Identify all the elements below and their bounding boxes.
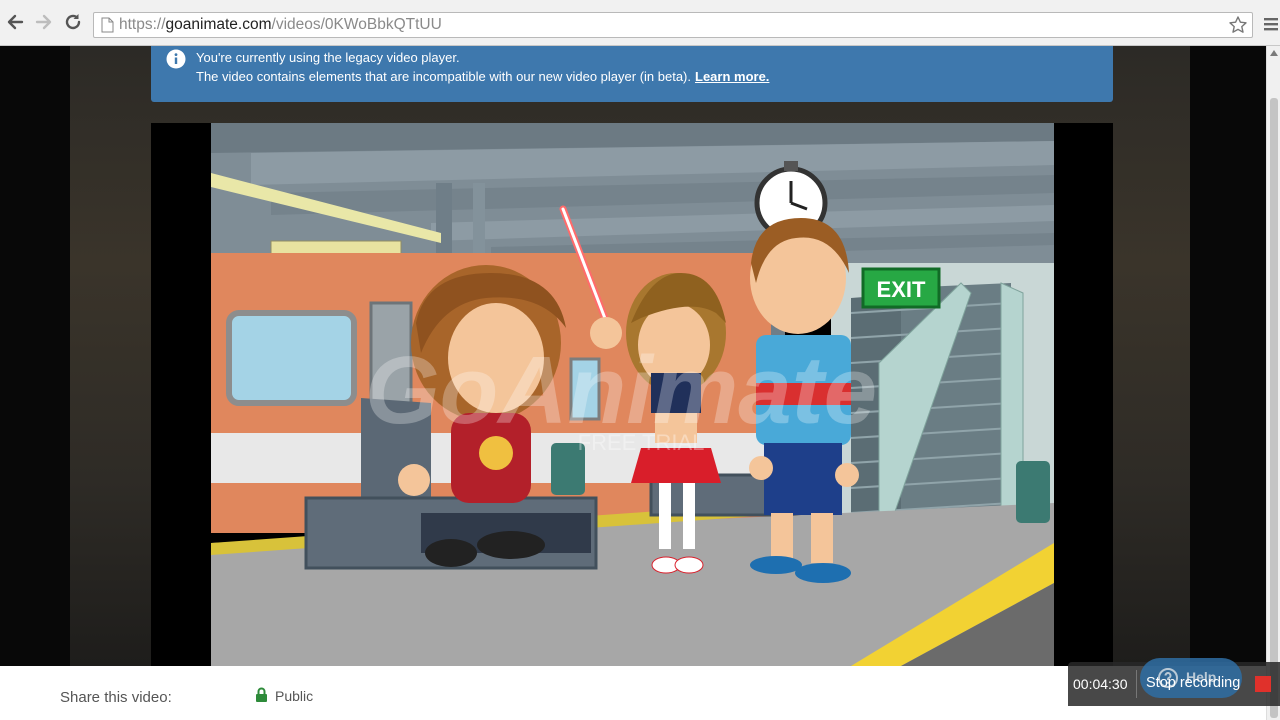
url-path: /videos/0KWoBbkQTtUU: [271, 16, 442, 33]
clock-mount: [784, 161, 798, 171]
url-host: goanimate.com: [165, 16, 272, 33]
share-label: Share this video:: [60, 689, 172, 706]
back-icon[interactable]: [4, 11, 26, 33]
url-scheme: https://: [119, 16, 166, 33]
video-player[interactable]: EXIT GoAnimate FREE TRIAL: [151, 123, 1113, 666]
lock-icon: [255, 687, 268, 702]
page-icon: [101, 17, 114, 33]
privacy-status[interactable]: Public: [275, 688, 313, 704]
exit-sign-text: EXIT: [877, 277, 926, 302]
stop-square-icon[interactable]: [1255, 676, 1271, 692]
notice-message-2-text: The video contains elements that are inc…: [196, 69, 691, 84]
learn-more-link[interactable]: Learn more.: [695, 69, 769, 84]
bookmark-star-icon[interactable]: [1228, 15, 1248, 35]
page-scrollbar[interactable]: [1266, 46, 1280, 720]
ceiling-light: [270, 240, 402, 256]
free-trial-watermark: FREE TRIAL: [578, 430, 705, 455]
url-text[interactable]: https://goanimate.com/videos/0KWoBbkQTtU…: [119, 16, 442, 34]
scroll-thumb[interactable]: [1270, 98, 1278, 718]
address-bar[interactable]: https://goanimate.com/videos/0KWoBbkQTtU…: [93, 12, 1253, 38]
goanimate-watermark: GoAnimate: [365, 337, 877, 444]
stop-recording-button[interactable]: Stop recording: [1146, 675, 1240, 691]
browser-menu-icon[interactable]: [1262, 15, 1280, 33]
video-frame[interactable]: EXIT GoAnimate FREE TRIAL: [211, 123, 1054, 666]
recording-timer: 00:04:30: [1073, 676, 1128, 692]
browser-toolbar: https://goanimate.com/videos/0KWoBbkQTtU…: [0, 0, 1280, 46]
train-window: [226, 310, 357, 406]
recorder-divider: [1136, 670, 1137, 698]
legacy-player-notice: You're currently using the legacy video …: [151, 46, 1113, 102]
notice-message-1: You're currently using the legacy video …: [196, 50, 460, 65]
notice-message-2: The video contains elements that are inc…: [196, 69, 769, 84]
scroll-up-arrow-icon[interactable]: [1270, 50, 1278, 56]
forward-icon[interactable]: [33, 11, 55, 33]
info-icon: [166, 49, 186, 69]
reload-icon[interactable]: [62, 11, 84, 33]
trash-bin: [1016, 461, 1050, 523]
page-viewport: You're currently using the legacy video …: [0, 46, 1266, 720]
